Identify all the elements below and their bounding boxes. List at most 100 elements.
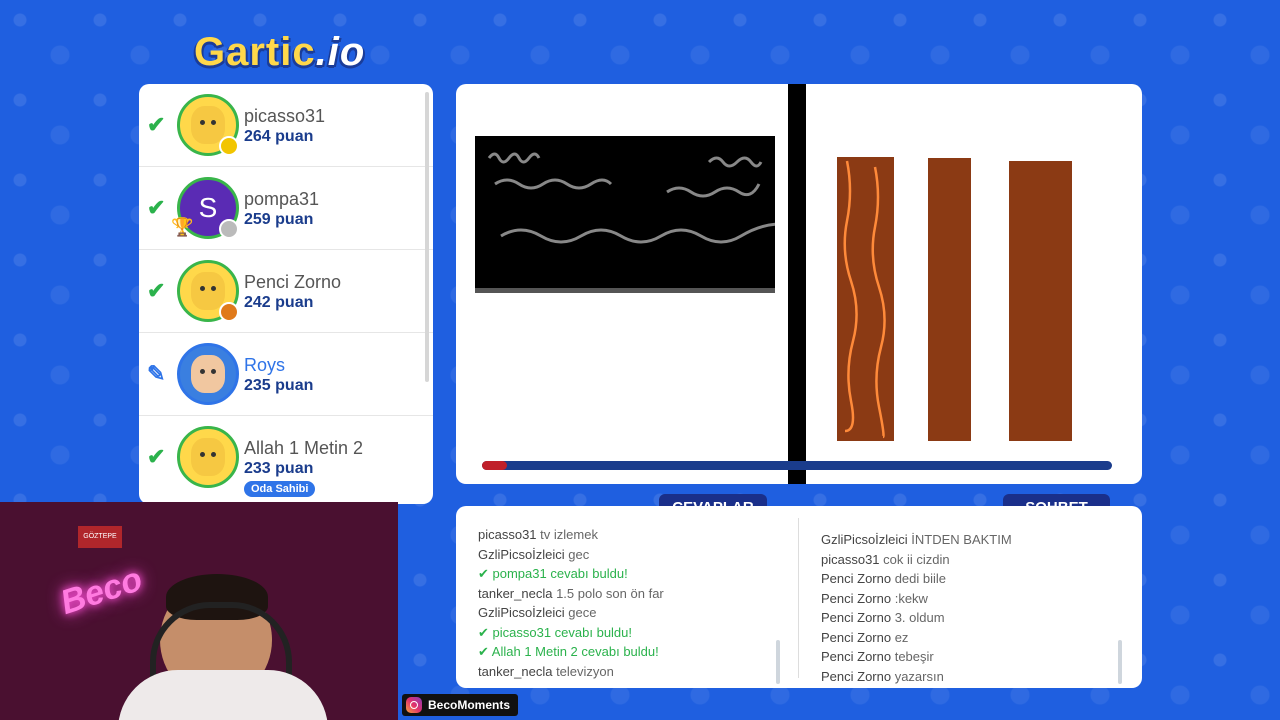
player-score: 259 puan [244,211,314,228]
player-name: pompa31 [244,189,320,209]
player-row: ✔ Penci Zorno 242 puan [139,250,433,333]
status-dot [219,219,239,239]
correct-answer-message: ✔ pompa31 cevabı buldu! [478,564,664,584]
answers-list: picasso31 tv izlemek GzliPicsoİzleici gec… [478,525,664,681]
webcam-overlay: GÖZTEPE Beco [0,502,398,720]
message-user: Penci Zorno [821,590,895,606]
check-icon: ✔ [478,566,493,581]
sticker: GÖZTEPE [78,526,122,548]
timer-fill [482,461,508,470]
message-text: televizyon [556,663,614,679]
check-icon: ✔ [147,112,166,137]
neon-sign: Beco [56,560,147,622]
timer-bar [482,461,1112,470]
message-text: ez [894,629,909,645]
player-score: 242 puan [244,294,314,311]
message-text: tebeşir [894,649,934,664]
message-user: picasso31 [821,551,884,567]
player-score: 235 puan [244,377,314,394]
player-score: 264 puan [244,128,314,145]
message-user: Allah 1 Metin 2 [491,644,582,659]
message-text: tv izlemek [540,527,598,542]
chalk-scribbles [487,152,782,244]
message-user: Penci Zorno [821,649,895,664]
avatar [177,426,239,488]
message-text: yazarsın [894,668,944,684]
message-user: Penci Zorno [821,629,895,645]
player-row: ✔ S 🏆 pompa31 259 puan [139,167,433,250]
check-icon: ✔ [147,195,166,220]
chat-message: tanker_necla televizyon [478,662,664,682]
message-user: GzliPicsoİzleici [821,532,912,547]
status-dot [219,136,239,156]
instagram-tag: BecoMoments [402,694,519,716]
chat-message: GzliPicsoİzleici İNTDEN BAKTIM [821,530,1012,550]
drawing-canvas[interactable] [456,84,1142,484]
chat-message: picasso31 tv izlemek [478,525,664,545]
chat-message: GzliPicsoİzleici gec [478,545,664,565]
player-row: ✔ picasso31 264 puan [139,84,433,167]
chat-scrollbar[interactable] [1118,640,1122,684]
message-user: picasso31 [492,624,555,640]
check-icon: ✔ [147,444,166,469]
drawn-plank [837,157,894,441]
chat-message: Penci Zorno :kekw [821,589,1012,609]
instagram-handle: BecoMoments [428,698,511,712]
message-user: GzliPicsoİzleici [478,605,569,620]
player-score: 233 puan [244,460,314,477]
trophy-icon: 🏆 [171,217,194,237]
message-user: picasso31 [478,527,541,542]
room-owner-badge: Oda Sahibi [244,481,316,497]
drawn-plank [1009,161,1072,441]
players-scrollbar[interactable] [425,92,429,382]
drawn-plank [928,158,971,441]
player-name: Allah 1 Metin 2 [244,438,364,458]
chat-message: picasso31 cok ii cizdin [821,550,1012,570]
correct-answer-message: ✔ Allah 1 Metin 2 cevabı buldu! [478,642,664,662]
message-text: İNTDEN BAKTIM [911,532,1012,547]
chat-message: Penci Zorno yazarsın [821,667,1012,687]
chat-message: Penci Zorno dedi biile [821,569,1012,589]
player-row: ✎ Roys 235 puan [139,333,433,416]
drawn-black-bar [788,84,806,484]
answers-scrollbar[interactable] [776,640,780,684]
orange-grain [843,160,886,439]
message-text: gece [568,605,597,620]
correct-answer-message: ✔ picasso31 cevabı buldu! [478,623,664,643]
pencil-icon: ✎ [147,361,166,386]
chat-message: Penci Zorno tebeşir [821,647,1012,667]
message-user: tanker_necla [478,585,557,601]
player-name: picasso31 [244,106,326,126]
message-user: Penci Zorno [821,668,895,684]
message-user: GzliPicsoİzleici [478,546,569,562]
chat-message: tanker_necla 1.5 polo son ön far [478,584,664,604]
chat-message: Penci Zorno 3. oldum [821,608,1012,628]
message-user: tanker_necla [478,663,557,679]
players-panel: ✔ picasso31 264 puan ✔ S 🏆 pompa31 259 p… [139,84,433,504]
gartic-logo: Gartic.io [194,30,366,74]
streamer-body [118,670,328,720]
chat-list: GzliPicsoİzleici İNTDEN BAKTIM picasso31 … [821,530,1012,686]
message-user: Penci Zorno [821,610,895,625]
message-text: :kekw [894,590,928,606]
message-text: gec [568,546,590,562]
message-text: cevabı buldu! [554,624,633,640]
divider [798,518,799,678]
chat-panels: picasso31 tv izlemek GzliPicsoİzleici gec… [456,506,1142,688]
message-user: Penci Zorno [821,571,895,586]
status-dot [219,302,239,322]
message-text: cevabı buldu! [550,566,628,581]
message-text: 3. oldum [894,610,945,625]
player-name: Penci Zorno [244,272,342,292]
check-icon: ✔ [147,278,166,303]
message-user: pompa31 [492,566,551,581]
check-icon: ✔ [478,644,492,659]
player-name: Roys [244,355,286,375]
message-text: cevabı buldu! [581,644,659,659]
message-text: cok ii cizdin [883,551,950,567]
instagram-icon [406,697,422,713]
chat-message: Penci Zorno ez [821,628,1012,648]
message-text: 1.5 polo son ön far [556,585,664,601]
check-icon: ✔ [478,624,493,640]
drawn-black-board [475,136,782,293]
